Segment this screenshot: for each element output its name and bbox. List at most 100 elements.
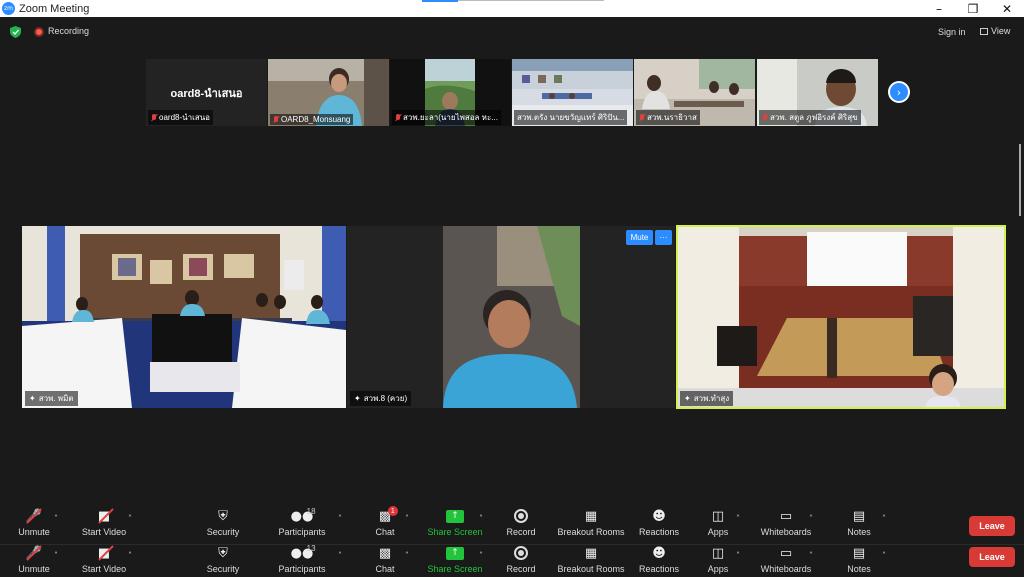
tile-more-button[interactable]: ··· bbox=[655, 230, 672, 245]
participant-tile[interactable]: OARD8_Monsuang bbox=[268, 59, 389, 126]
participants-icon: ●● 18 bbox=[290, 507, 316, 524]
recording-label: Recording bbox=[48, 26, 90, 36]
chat-caret-icon[interactable]: ˄ bbox=[405, 551, 409, 560]
start-video-button[interactable]: ■ Start Video bbox=[80, 508, 128, 540]
pin-icon: ✦ bbox=[684, 394, 691, 403]
mic-muted-icon bbox=[639, 113, 645, 122]
reactions-button[interactable]: ☻ Reactions bbox=[637, 508, 681, 540]
whiteboards-button[interactable]: ▭ Whiteboards bbox=[757, 545, 815, 577]
share-screen-button[interactable]: ↑ Share Screen bbox=[426, 545, 484, 577]
video-off-icon: ■ bbox=[97, 545, 111, 561]
window-titlebar: zm Zoom Meeting – ❐ ✕ bbox=[0, 0, 1024, 17]
apps-icon: ◫ bbox=[711, 545, 725, 561]
participants-button[interactable]: ●● 18 Participants bbox=[276, 507, 328, 540]
record-button[interactable]: Record bbox=[505, 545, 537, 577]
zoom-app-icon: zm bbox=[2, 2, 15, 15]
minimize-icon[interactable]: – bbox=[922, 0, 956, 17]
breakout-rooms-icon: ▦ bbox=[584, 545, 598, 561]
meeting-topbar: Recording Sign in View bbox=[0, 17, 1024, 47]
video-options-caret-icon[interactable]: ˄ bbox=[128, 551, 132, 560]
chat-icon: ▩ 1 bbox=[379, 506, 398, 524]
apps-caret-icon[interactable]: ˄ bbox=[736, 551, 740, 560]
record-icon bbox=[514, 546, 528, 560]
tile-mute-button[interactable]: Mute bbox=[626, 230, 653, 245]
pin-icon: ✦ bbox=[354, 394, 361, 403]
participant-name: OARD8_Monsuang bbox=[270, 114, 354, 125]
participant-name: oard8-นำเสนอ bbox=[148, 110, 213, 125]
restore-icon[interactable]: ❐ bbox=[956, 0, 990, 17]
participant-tile-large[interactable]: ✦ สวพ. พมิต bbox=[22, 226, 346, 408]
close-icon[interactable]: ✕ bbox=[990, 0, 1024, 17]
window-title: Zoom Meeting bbox=[19, 2, 90, 15]
sign-in-link[interactable]: Sign in bbox=[938, 27, 966, 37]
leave-button[interactable]: Leave bbox=[969, 547, 1015, 567]
record-icon bbox=[514, 509, 528, 523]
chat-caret-icon[interactable]: ˄ bbox=[405, 514, 409, 523]
security-button[interactable]: ⛨ Security bbox=[203, 508, 243, 540]
participant-video bbox=[677, 226, 1005, 408]
reactions-button[interactable]: ☻ Reactions bbox=[637, 545, 681, 577]
share-caret-icon[interactable]: ˄ bbox=[479, 514, 483, 523]
participant-tile[interactable]: สวพ.นราธิวาส bbox=[634, 59, 755, 126]
record-button[interactable]: Record bbox=[505, 508, 537, 540]
grid-icon bbox=[980, 27, 988, 35]
view-label: View bbox=[991, 26, 1011, 36]
participants-count: 18 bbox=[306, 507, 316, 516]
notes-icon: ▤ bbox=[852, 545, 866, 561]
microphone-muted-icon: 🎤 bbox=[25, 545, 43, 561]
breakout-rooms-button[interactable]: ▦ Breakout Rooms bbox=[556, 508, 626, 540]
participant-tile-large-active[interactable]: ✦ สวพ.ทำสุง bbox=[676, 225, 1006, 409]
shield-icon: ⛨ bbox=[218, 508, 228, 524]
whiteboard-icon: ▭ bbox=[779, 545, 793, 561]
scrollbar[interactable] bbox=[1019, 144, 1021, 216]
view-button[interactable]: View bbox=[980, 26, 1010, 36]
participants-caret-icon[interactable]: ˄ bbox=[338, 551, 342, 560]
video-options-caret-icon[interactable]: ˄ bbox=[128, 514, 132, 523]
next-page-button[interactable]: › bbox=[888, 81, 910, 103]
participant-tile[interactable]: สวพ.ยะลา(นายไพสอล หะ... bbox=[390, 59, 511, 126]
participant-tile[interactable]: สวพ.ตรัง นายขวัญแทร์ ศิริปัน... bbox=[512, 59, 633, 126]
whiteboard-icon: ▭ bbox=[779, 508, 793, 524]
emoji-icon: ☻ bbox=[652, 508, 666, 524]
video-off-icon: ■ bbox=[97, 508, 111, 524]
unmute-button[interactable]: 🎤 Unmute bbox=[16, 545, 52, 577]
chat-button[interactable]: ▩ 1 Chat bbox=[370, 506, 400, 540]
notes-caret-icon[interactable]: ˄ bbox=[882, 551, 886, 560]
share-caret-icon[interactable]: ˄ bbox=[479, 551, 483, 560]
whiteboards-caret-icon[interactable]: ˄ bbox=[809, 551, 813, 560]
participant-name: ✦ สวพ.8 (ควย) bbox=[350, 391, 412, 406]
whiteboards-button[interactable]: ▭ Whiteboards bbox=[757, 508, 815, 540]
recording-icon[interactable] bbox=[34, 27, 44, 37]
meeting-toolbar-duplicate: 🎤 Unmute ˄ ■ Start Video ˄ ⛨ Security ●●… bbox=[0, 544, 1024, 576]
notes-button[interactable]: ▤ Notes bbox=[843, 508, 875, 540]
participant-tile[interactable]: oard8-นำเสนอ oard8-นำเสนอ bbox=[146, 59, 267, 126]
participant-video bbox=[347, 226, 675, 408]
participant-tile[interactable]: สวพ. สตูล ภูฟอิรงค์ ศิริสุข bbox=[757, 59, 878, 126]
mic-muted-icon bbox=[395, 113, 401, 122]
share-screen-icon: ↑ bbox=[446, 509, 464, 523]
participants-button[interactable]: ●● 13 Participants bbox=[276, 544, 328, 577]
participant-tile-large[interactable]: ✦ สวพ.8 (ควย) bbox=[347, 226, 675, 408]
microphone-muted-icon: 🎤 bbox=[25, 508, 43, 524]
notes-button[interactable]: ▤ Notes bbox=[843, 545, 875, 577]
apps-caret-icon[interactable]: ˄ bbox=[736, 514, 740, 523]
audio-options-caret-icon[interactable]: ˄ bbox=[54, 551, 58, 560]
unmute-button[interactable]: 🎤 Unmute bbox=[16, 508, 52, 540]
breakout-rooms-button[interactable]: ▦ Breakout Rooms bbox=[556, 545, 626, 577]
share-screen-button[interactable]: ↑ Share Screen bbox=[426, 508, 484, 540]
participant-name: ✦ สวพ. พมิต bbox=[25, 391, 78, 406]
encryption-shield-icon[interactable] bbox=[10, 26, 21, 38]
security-button[interactable]: ⛨ Security bbox=[203, 545, 243, 577]
apps-button[interactable]: ◫ Apps bbox=[704, 508, 732, 540]
notes-caret-icon[interactable]: ˄ bbox=[882, 514, 886, 523]
audio-options-caret-icon[interactable]: ˄ bbox=[54, 514, 58, 523]
participants-caret-icon[interactable]: ˄ bbox=[338, 514, 342, 523]
leave-button[interactable]: Leave bbox=[969, 516, 1015, 536]
meeting-toolbar: 🎤 Unmute ˄ ■ Start Video ˄ ⛨ Security ●●… bbox=[0, 506, 1024, 540]
chat-button[interactable]: ▩ Chat bbox=[370, 545, 400, 577]
whiteboards-caret-icon[interactable]: ˄ bbox=[809, 514, 813, 523]
start-video-button[interactable]: ■ Start Video bbox=[80, 545, 128, 577]
apps-button[interactable]: ◫ Apps bbox=[704, 545, 732, 577]
participant-name: สวพ. สตูล ภูฟอิรงค์ ศิริสุข bbox=[759, 110, 861, 125]
shield-icon: ⛨ bbox=[218, 545, 228, 561]
